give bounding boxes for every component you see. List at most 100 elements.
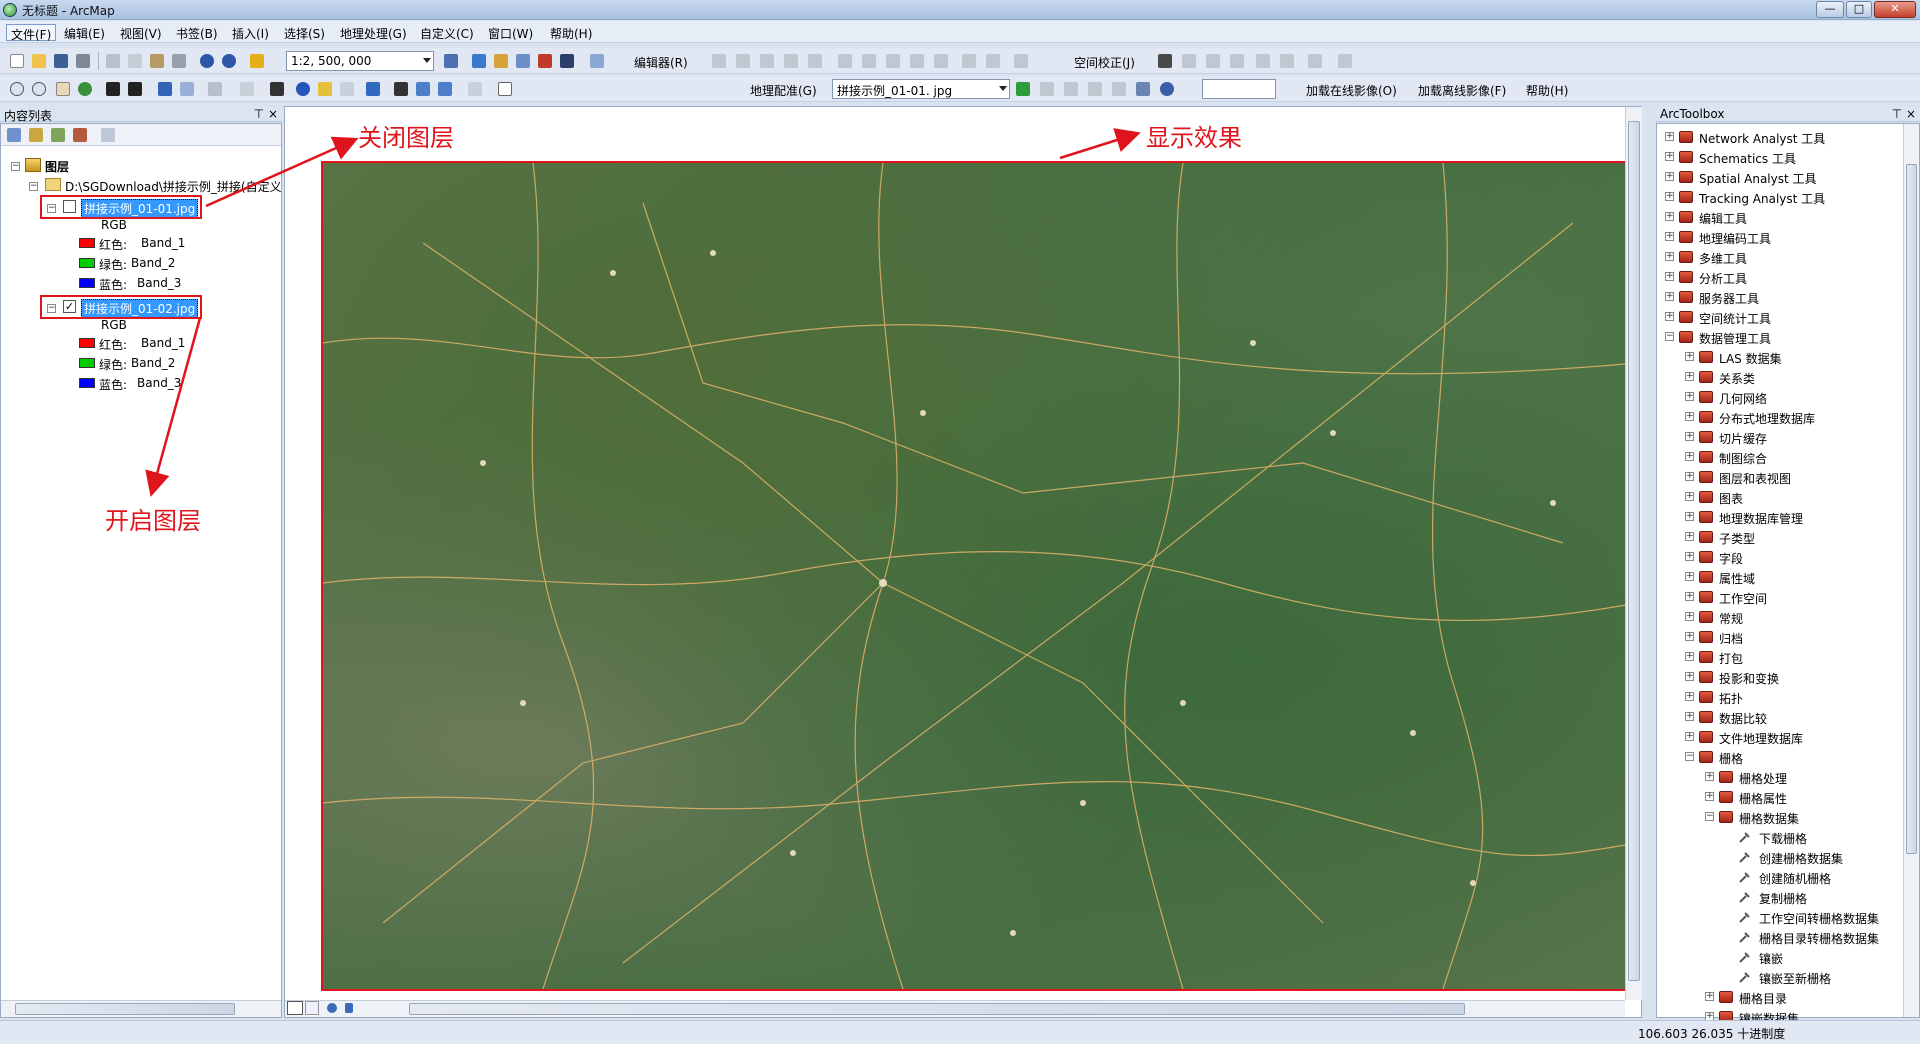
toolset-item[interactable]: 工作空间 xyxy=(1719,590,1767,607)
expander-icon[interactable]: + xyxy=(1685,672,1694,681)
toolset-item[interactable]: 子类型 xyxy=(1719,530,1755,547)
toolset-item[interactable]: 多维工具 xyxy=(1699,250,1747,267)
expander-icon[interactable]: + xyxy=(1685,372,1694,381)
toolbox-icon xyxy=(1699,451,1713,463)
expander-icon[interactable]: + xyxy=(1685,552,1694,561)
expander-icon[interactable]: + xyxy=(1665,232,1674,241)
expander-icon[interactable]: + xyxy=(1685,512,1694,521)
toolbox-icon xyxy=(1699,631,1713,643)
toolset-item[interactable]: LAS 数据集 xyxy=(1719,350,1782,367)
tool-item[interactable]: 工作空间转栅格数据集 xyxy=(1759,910,1879,927)
tool-item[interactable]: 下载栅格 xyxy=(1759,830,1807,847)
toolset-item[interactable]: 栅格处理 xyxy=(1739,770,1787,787)
toolset-item[interactable]: 切片缓存 xyxy=(1719,430,1767,447)
toolset-item[interactable]: Spatial Analyst 工具 xyxy=(1699,170,1817,187)
tool-item[interactable]: 镶嵌至新栅格 xyxy=(1759,970,1831,987)
toolset-item[interactable]: Network Analyst 工具 xyxy=(1699,130,1825,147)
hammer-icon xyxy=(1739,931,1751,943)
toolset-item[interactable]: Schematics 工具 xyxy=(1699,150,1796,167)
toolset-item[interactable]: 分布式地理数据库 xyxy=(1719,410,1815,427)
toolset-item[interactable]: 图层和表视图 xyxy=(1719,470,1791,487)
expander-icon[interactable]: + xyxy=(1685,692,1694,701)
toolset-item[interactable]: 栅格目录 xyxy=(1739,990,1787,1007)
expander-icon[interactable]: + xyxy=(1685,732,1694,741)
toolset-item[interactable]: 空间统计工具 xyxy=(1699,310,1771,327)
expander-icon[interactable]: + xyxy=(1665,312,1674,321)
expander-icon[interactable]: + xyxy=(1665,272,1674,281)
expander-icon[interactable]: + xyxy=(1685,432,1694,441)
expander-icon[interactable]: + xyxy=(1705,992,1714,1001)
toolset-item[interactable]: Tracking Analyst 工具 xyxy=(1699,190,1825,207)
toolset-item[interactable]: 数据管理工具 xyxy=(1699,330,1771,347)
toolset-item[interactable]: 关系类 xyxy=(1719,370,1755,387)
toolset-item[interactable]: 文件地理数据库 xyxy=(1719,730,1803,747)
toolset-item[interactable]: 常规 xyxy=(1719,610,1743,627)
expander-icon[interactable]: + xyxy=(1685,472,1694,481)
toolset-item[interactable]: 归档 xyxy=(1719,630,1743,647)
toolset-item[interactable]: 制图综合 xyxy=(1719,450,1767,467)
expander-icon[interactable]: + xyxy=(1665,292,1674,301)
arrow-to-display-effect xyxy=(1059,128,1141,160)
toolbox-icon xyxy=(1699,651,1713,663)
toolset-item[interactable]: 属性域 xyxy=(1719,570,1755,587)
expander-icon[interactable]: + xyxy=(1665,132,1674,141)
expander-icon[interactable]: + xyxy=(1685,632,1694,641)
expander-icon[interactable]: + xyxy=(1685,352,1694,361)
toolbox-vertical-scrollbar[interactable] xyxy=(1903,124,1919,1017)
expander-icon[interactable]: + xyxy=(1685,412,1694,421)
expander-icon[interactable]: + xyxy=(1685,392,1694,401)
arrow-to-open-layer xyxy=(145,317,202,497)
toolset-item[interactable]: 地理编码工具 xyxy=(1699,230,1771,247)
expander-icon[interactable]: + xyxy=(1685,492,1694,501)
scroll-thumb[interactable] xyxy=(1906,164,1917,854)
expander-icon[interactable]: + xyxy=(1685,452,1694,461)
toolset-item[interactable]: 服务器工具 xyxy=(1699,290,1759,307)
toolbox-icon xyxy=(1679,171,1693,183)
toolbox-icon xyxy=(1699,351,1713,363)
expander-icon[interactable]: + xyxy=(1705,792,1714,801)
toolbox-icon xyxy=(1699,511,1713,523)
expander-icon[interactable]: + xyxy=(1665,192,1674,201)
tool-item[interactable]: 镶嵌 xyxy=(1759,950,1783,967)
toolset-item[interactable]: 打包 xyxy=(1719,650,1743,667)
toolset-item[interactable]: 字段 xyxy=(1719,550,1743,567)
toolset-item[interactable]: 编辑工具 xyxy=(1699,210,1747,227)
expander-icon[interactable]: + xyxy=(1685,592,1694,601)
expander-icon[interactable]: + xyxy=(1665,252,1674,261)
toolset-item[interactable]: 栅格 xyxy=(1719,750,1743,767)
tool-item[interactable]: 创建随机栅格 xyxy=(1759,870,1831,887)
toolbox-icon xyxy=(1699,731,1713,743)
expander-icon[interactable]: + xyxy=(1665,172,1674,181)
tool-item[interactable]: 栅格目录转栅格数据集 xyxy=(1759,930,1879,947)
toolset-item[interactable]: 投影和变换 xyxy=(1719,670,1779,687)
expander-icon[interactable]: + xyxy=(1685,652,1694,661)
tool-item[interactable]: 创建栅格数据集 xyxy=(1759,850,1843,867)
toolset-item[interactable]: 拓扑 xyxy=(1719,690,1743,707)
toolset-item[interactable]: 地理数据库管理 xyxy=(1719,510,1803,527)
expander-icon[interactable]: − xyxy=(1665,332,1674,341)
toolbox-icon xyxy=(1719,991,1733,1003)
expander-icon[interactable]: + xyxy=(1685,572,1694,581)
toolbox-icon xyxy=(1699,491,1713,503)
toolbox-icon xyxy=(1699,711,1713,723)
expander-icon[interactable]: + xyxy=(1685,612,1694,621)
toolbox-icon xyxy=(1699,411,1713,423)
expander-icon[interactable]: + xyxy=(1665,212,1674,221)
toolbox-icon xyxy=(1719,791,1733,803)
toolset-item[interactable]: 栅格属性 xyxy=(1739,790,1787,807)
toolset-item[interactable]: 数据比较 xyxy=(1719,710,1767,727)
expander-icon[interactable]: + xyxy=(1705,772,1714,781)
expander-icon[interactable]: − xyxy=(1705,812,1714,821)
toolset-item[interactable]: 栅格数据集 xyxy=(1739,810,1799,827)
expander-icon[interactable]: + xyxy=(1685,712,1694,721)
expander-icon[interactable]: − xyxy=(1685,752,1694,761)
toolset-item[interactable]: 分析工具 xyxy=(1699,270,1747,287)
expander-icon[interactable]: + xyxy=(1685,532,1694,541)
expander-icon[interactable]: + xyxy=(1665,152,1674,161)
toolset-item[interactable]: 图表 xyxy=(1719,490,1743,507)
toolbox-pin-close-icon[interactable]: ⊤ × xyxy=(1892,107,1916,121)
toolbox-icon xyxy=(1679,291,1693,303)
annotation-arrows xyxy=(145,128,1141,497)
tool-item[interactable]: 复制栅格 xyxy=(1759,890,1807,907)
toolset-item[interactable]: 几何网络 xyxy=(1719,390,1767,407)
